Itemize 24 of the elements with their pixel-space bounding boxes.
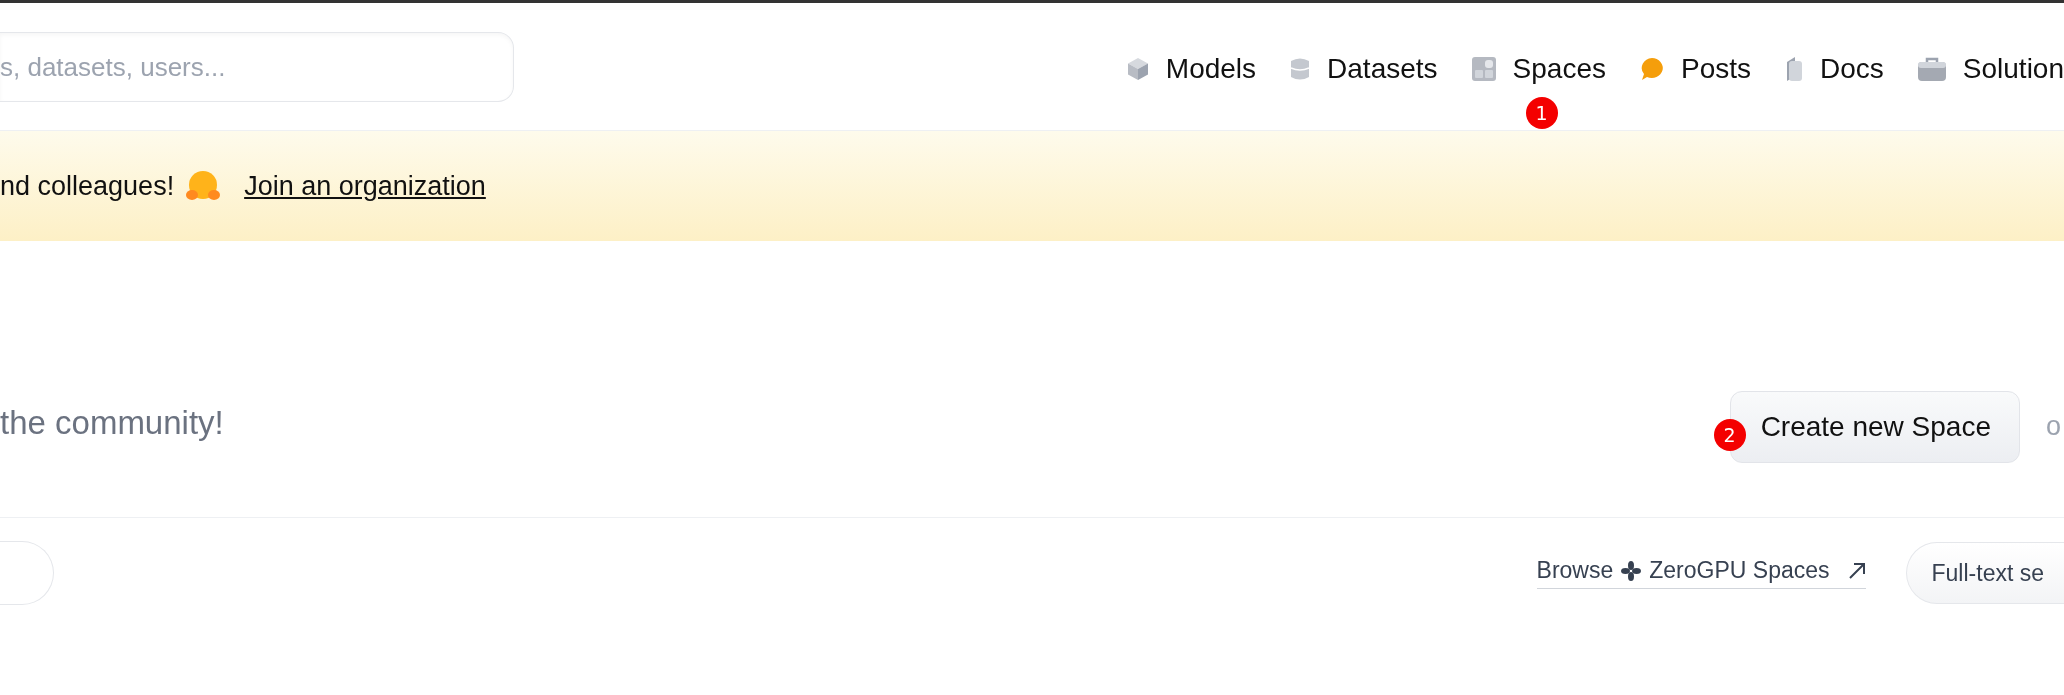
chat-bubble-icon xyxy=(1640,57,1664,81)
database-icon xyxy=(1290,57,1311,81)
nav-link[interactable]: Solution xyxy=(1917,51,2064,87)
number-badge: 1 xyxy=(1525,97,1558,129)
filter-field[interactable] xyxy=(0,541,54,605)
zerogpu-spaces-link[interactable]: Browse ZeroGPU Spaces xyxy=(1536,557,1866,589)
briefcase-icon xyxy=(1917,57,1946,81)
external-arrow-icon xyxy=(1847,561,1866,580)
banner-text: nd colleagues! xyxy=(0,170,175,202)
nav-link[interactable]: Models xyxy=(1126,51,1257,87)
hero-trailing-text: o xyxy=(2046,411,2063,442)
nav-link[interactable]: Posts xyxy=(1640,51,1751,87)
hug-emoji-icon xyxy=(186,170,221,202)
hero-text: the community! xyxy=(0,403,224,443)
number-badge: 2 xyxy=(1713,418,1746,451)
book-icon xyxy=(1785,56,1803,82)
nav-link[interactable]: Datasets xyxy=(1290,51,1438,87)
grid-icon xyxy=(1471,57,1496,81)
fan-icon xyxy=(1621,560,1642,581)
join-organization-link[interactable]: Join an organization xyxy=(244,170,486,202)
full-text-search-button[interactable]: Full-text se xyxy=(1905,542,2064,604)
cube-icon xyxy=(1126,57,1149,81)
search-field[interactable]: s, datasets, users... xyxy=(0,32,514,102)
nav-link[interactable]: Docs xyxy=(1785,51,1884,87)
